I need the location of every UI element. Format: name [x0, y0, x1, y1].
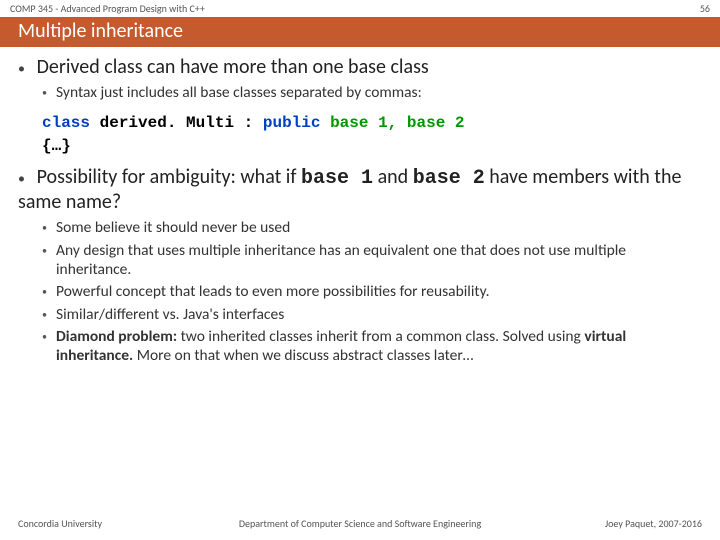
footer: Concordia University Department of Compu…: [0, 517, 720, 530]
bullet-1-text: Derived class can have more than one bas…: [37, 55, 429, 79]
slide-content: Derived class can have more than one bas…: [0, 47, 720, 366]
bullet-2: Possibility for ambiguity: what if base …: [18, 165, 702, 366]
code-brace: {…}: [42, 137, 71, 155]
bullet-2-5: Diamond problem: two inherited classes i…: [42, 327, 702, 366]
slide-title-bar: Multiple inheritance: [0, 17, 720, 47]
footer-left: Concordia University: [18, 517, 102, 530]
footer-center: Department of Computer Science and Softw…: [239, 517, 481, 530]
kw-class: class: [42, 114, 90, 132]
course-code: COMP 345 - Advanced Program Design with …: [10, 2, 205, 15]
code-colon: :: [234, 114, 263, 132]
kw-public: public: [263, 114, 321, 132]
bullet-2-text: Possibility for ambiguity: what if base …: [18, 165, 681, 214]
bullet-1: Derived class can have more than one bas…: [18, 55, 702, 157]
code-block: class derived. Multi : public base 1, ba…: [42, 112, 702, 157]
slide-title: Multiple inheritance: [18, 19, 183, 43]
header-top: COMP 345 - Advanced Program Design with …: [0, 0, 720, 17]
code-derived: derived. Multi: [100, 114, 234, 132]
bullet-2-1: Some believe it should never be used: [42, 218, 702, 237]
slide-number: 56: [700, 2, 710, 15]
bullet-2-4: Similar/different vs. Java's interfaces: [42, 305, 702, 324]
footer-right: Joey Paquet, 2007-2016: [605, 517, 702, 530]
bullet-2-3: Powerful concept that leads to even more…: [42, 282, 702, 301]
bullet-1-1: Syntax just includes all base classes se…: [42, 83, 702, 102]
code-bases: base 1, base 2: [320, 114, 464, 132]
bullet-2-2: Any design that uses multiple inheritanc…: [42, 241, 702, 280]
